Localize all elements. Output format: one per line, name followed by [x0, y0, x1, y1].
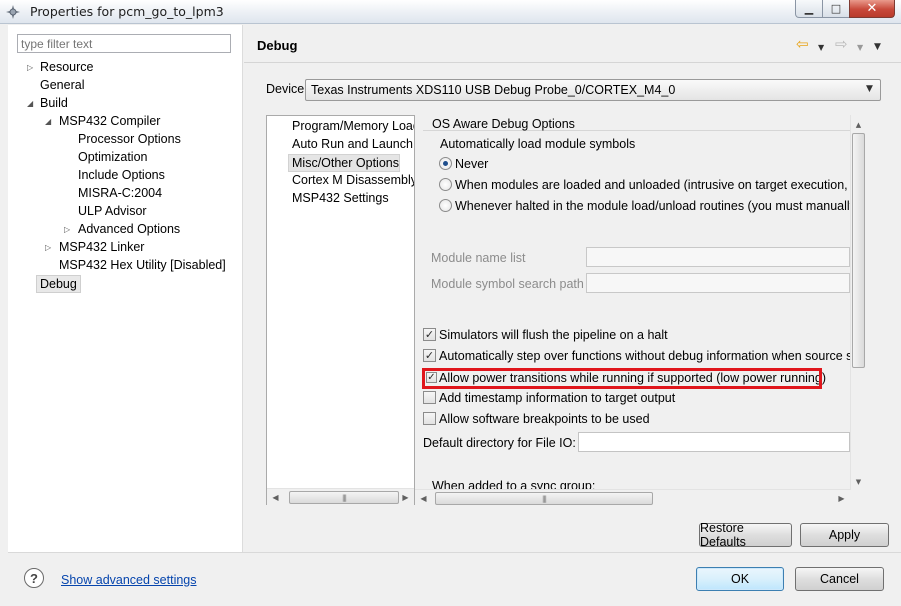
radio-never[interactable] — [439, 157, 452, 170]
tree-item-msp432-linker[interactable]: MSP432 Linker — [59, 239, 144, 256]
sw-breakpoints-label: Allow software breakpoints to be used — [439, 412, 650, 426]
os-aware-group-title: OS Aware Debug Options — [432, 117, 575, 131]
tree-item-processor-options[interactable]: Processor Options — [78, 131, 181, 148]
scroll-left-icon[interactable]: ◀ — [267, 489, 284, 506]
device-select[interactable]: Texas Instruments XDS110 USB Debug Probe… — [305, 79, 881, 101]
scrollbar-thumb[interactable]: ||| — [435, 492, 653, 505]
tree-item-misra[interactable]: MISRA-C:2004 — [78, 185, 162, 202]
tree-item-resource[interactable]: Resource — [40, 59, 94, 76]
close-button[interactable]: ✕ — [849, 0, 895, 18]
ok-button[interactable]: OK — [696, 567, 784, 591]
tree-item-build[interactable]: Build — [40, 95, 68, 112]
help-icon[interactable]: ? — [24, 568, 44, 588]
scroll-up-icon[interactable]: ▲ — [850, 116, 867, 133]
expand-advanced-options-icon[interactable]: ▷ — [64, 221, 70, 238]
tree-item-debug[interactable]: Debug — [36, 275, 81, 293]
scroll-right-icon[interactable]: ▶ — [833, 490, 850, 507]
radio-when-loaded-label: When modules are loaded and unloaded (in… — [455, 178, 850, 192]
back-arrow-icon[interactable]: ⇦ — [796, 36, 809, 52]
module-symbol-path-field — [586, 273, 850, 293]
vertical-scrollbar-thumb[interactable] — [852, 133, 865, 368]
module-name-list-field — [586, 247, 850, 267]
tree-item-advanced-options[interactable]: Advanced Options — [78, 221, 180, 238]
tree-item-msp432-compiler[interactable]: MSP432 Compiler — [59, 113, 160, 130]
default-dir-input[interactable] — [578, 432, 850, 452]
category-msp432-settings[interactable]: MSP432 Settings — [292, 190, 414, 207]
checkbox-simulators-flush[interactable]: ✓ — [423, 328, 436, 341]
filter-input[interactable] — [17, 34, 231, 53]
tree-item-ulp-advisor[interactable]: ULP Advisor — [78, 203, 147, 220]
view-menu-icon[interactable]: ▼ — [874, 39, 881, 55]
category-misc-other-options[interactable]: Misc/Other Options — [292, 155, 402, 172]
forward-menu-chevron-down-icon[interactable]: ▼ — [857, 40, 863, 56]
cancel-button[interactable]: Cancel — [795, 567, 884, 591]
tree-item-optimization[interactable]: Optimization — [78, 149, 147, 166]
auto-step-label: Automatically step over functions withou… — [439, 349, 850, 363]
category-list-horizontal-scrollbar[interactable]: ◀ ||| ▶ — [267, 488, 414, 505]
checkbox-timestamp[interactable] — [423, 391, 436, 404]
collapse-compiler-icon[interactable]: ◢ — [45, 113, 51, 130]
tree-item-msp432-hex-utility[interactable]: MSP432 Hex Utility [Disabled] — [59, 257, 226, 274]
footer-divider — [8, 552, 901, 553]
properties-app-icon — [6, 5, 20, 19]
scroll-right-icon[interactable]: ▶ — [397, 489, 414, 506]
scroll-down-icon[interactable]: ▼ — [850, 473, 867, 490]
module-name-list-label: Module name list — [431, 251, 526, 265]
radio-when-loaded[interactable] — [439, 178, 452, 191]
tree-item-include-options[interactable]: Include Options — [78, 167, 165, 184]
power-transitions-highlight — [422, 368, 822, 389]
forward-arrow-icon[interactable]: ⇨ — [835, 36, 848, 52]
auto-load-symbols-title: Automatically load module symbols — [440, 137, 636, 151]
minimize-button[interactable]: ▁ — [795, 0, 823, 18]
checkbox-auto-step[interactable]: ✓ — [423, 349, 436, 362]
expand-resource-icon[interactable]: ▷ — [27, 59, 33, 76]
category-cortex-m-disassembly[interactable]: Cortex M Disassembly Style — [292, 172, 414, 189]
collapse-build-icon[interactable]: ◢ — [27, 95, 33, 112]
scroll-left-icon[interactable]: ◀ — [415, 490, 432, 507]
scrollbar-thumb[interactable]: ||| — [289, 491, 399, 504]
checkbox-sw-breakpoints[interactable] — [423, 412, 436, 425]
show-advanced-settings-link[interactable]: Show advanced settings — [61, 573, 197, 587]
header-divider — [244, 62, 901, 63]
options-horizontal-scrollbar[interactable]: ◀ ||| ▶ — [415, 489, 850, 506]
chevron-down-icon[interactable]: ▼ — [866, 84, 873, 94]
sync-group-label: When added to a sync group: — [432, 479, 596, 489]
timestamp-label: Add timestamp information to target outp… — [439, 391, 676, 405]
category-auto-run-launch[interactable]: Auto Run and Launch Options — [292, 136, 414, 153]
radio-whenever-halted[interactable] — [439, 199, 452, 212]
simulators-flush-label: Simulators will flush the pipeline on a … — [439, 328, 668, 342]
expand-linker-icon[interactable]: ▷ — [45, 239, 51, 256]
window-title: Properties for pcm_go_to_lpm3 — [30, 4, 224, 19]
default-dir-label: Default directory for File IO: — [423, 436, 576, 450]
maximize-button[interactable]: □ — [822, 0, 850, 18]
back-menu-chevron-down-icon[interactable]: ▼ — [818, 40, 824, 56]
apply-button[interactable]: Apply — [800, 523, 889, 547]
radio-never-label: Never — [455, 157, 489, 171]
radio-whenever-halted-label: Whenever halted in the module load/unloa… — [455, 199, 850, 213]
restore-defaults-button[interactable]: Restore Defaults — [699, 521, 792, 549]
tree-item-general[interactable]: General — [40, 77, 84, 94]
category-program-memory-load[interactable]: Program/Memory Load — [292, 118, 414, 135]
module-symbol-path-label: Module symbol search path — [431, 277, 584, 291]
device-label: Device — [266, 82, 305, 96]
page-title: Debug — [257, 38, 298, 53]
